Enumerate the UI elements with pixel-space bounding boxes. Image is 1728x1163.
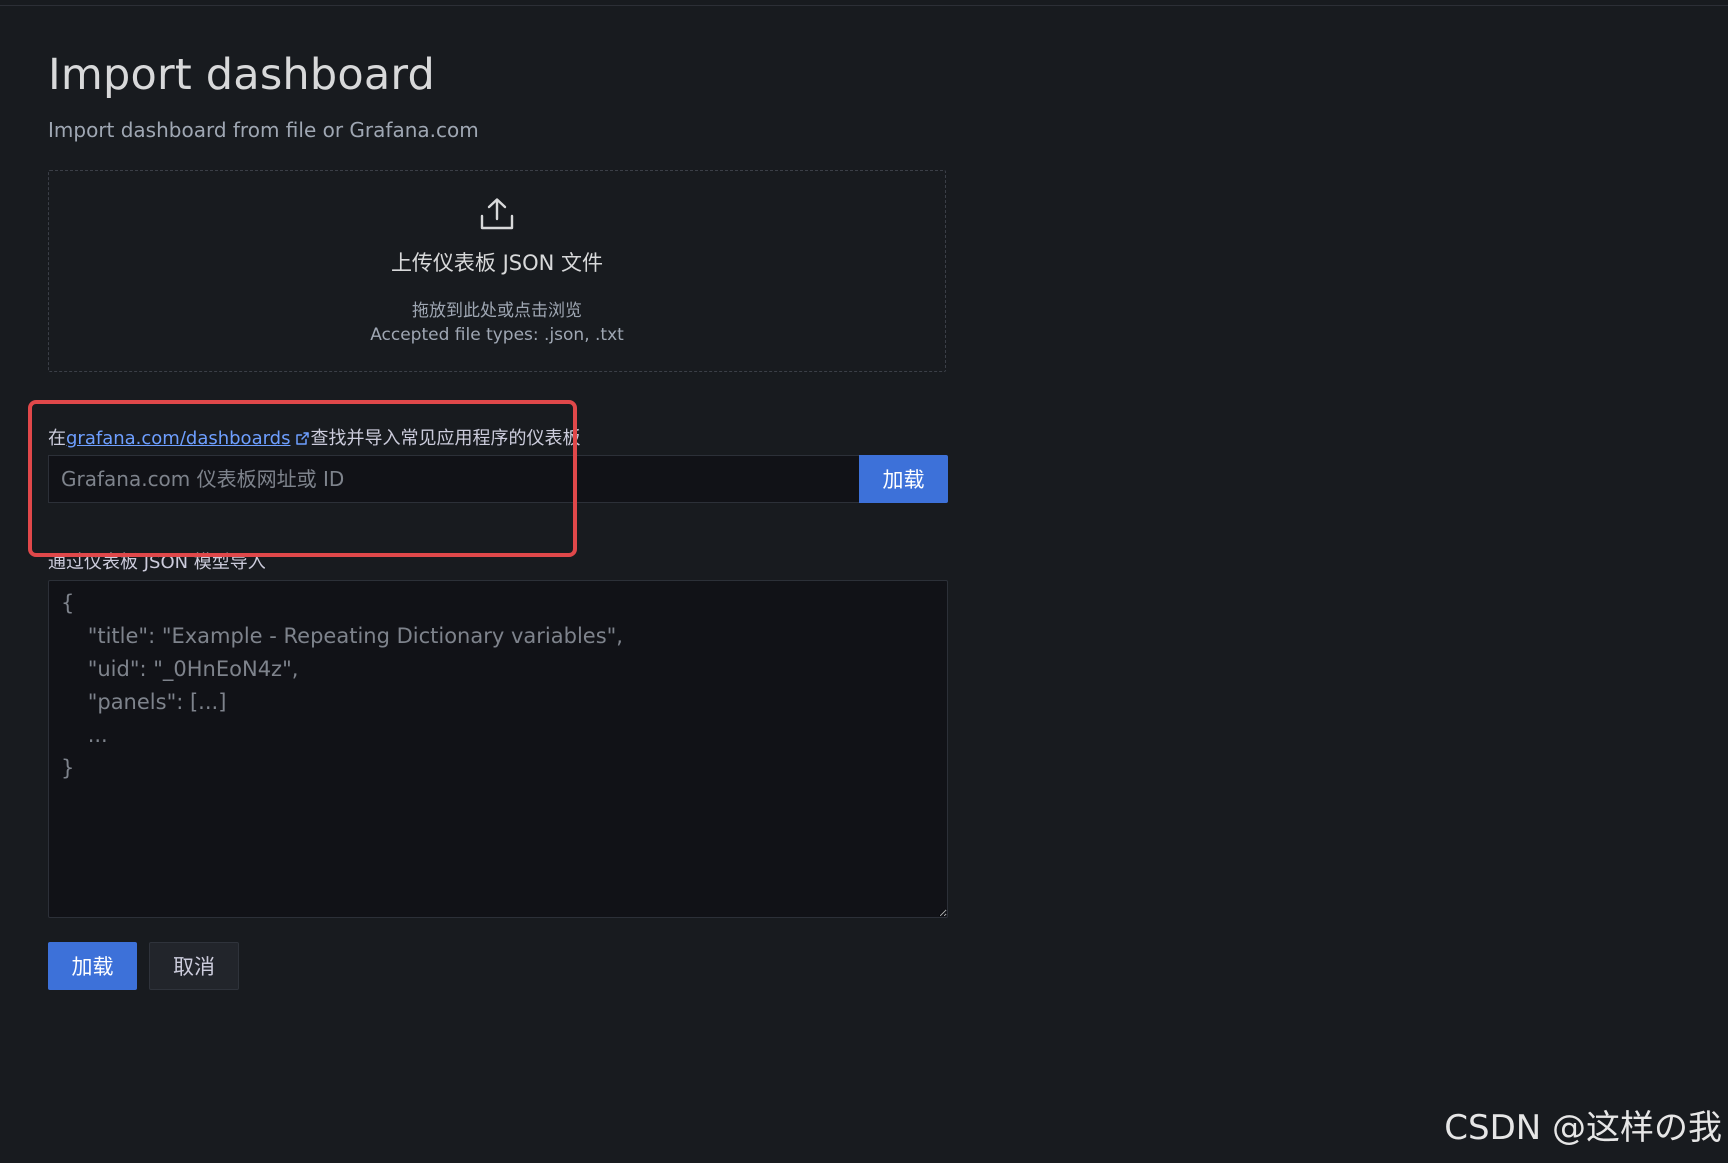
page-subtitle: Import dashboard from file or Grafana.co… [48,118,479,142]
external-link-icon[interactable] [295,430,310,445]
import-dashboard-page: Import dashboard Import dashboard from f… [48,0,948,1163]
cancel-button[interactable]: 取消 [149,942,239,990]
file-dropzone[interactable]: 上传仪表板 JSON 文件 拖放到此处或点击浏览 Accepted file t… [48,170,946,372]
json-model-label: 通过仪表板 JSON 模型导入 [48,552,266,573]
page-title: Import dashboard [48,50,436,100]
upload-title: 上传仪表板 JSON 文件 [390,251,604,275]
gcom-label-suffix: 查找并导入常见应用程序的仪表板 [310,428,581,449]
gcom-label-prefix: 在 [48,428,66,449]
watermark: CSDN @这样の我 [1444,1108,1722,1148]
upload-icon[interactable] [479,197,515,231]
json-model-textarea[interactable] [48,580,948,918]
gcom-dashboards-link[interactable]: grafana.com/dashboards [66,428,291,449]
gcom-input-row: 加载 [48,455,948,503]
accepted-file-types: Accepted file types: .json, .txt [370,325,624,345]
load-button[interactable]: 加载 [48,942,137,990]
gcom-url-input[interactable] [48,455,859,503]
gcom-load-button[interactable]: 加载 [859,455,948,503]
gcom-field-label: 在grafana.com/dashboards 查找并导入常见应用程序的仪表板 [48,424,581,450]
upload-hint: 拖放到此处或点击浏览 [412,301,582,321]
